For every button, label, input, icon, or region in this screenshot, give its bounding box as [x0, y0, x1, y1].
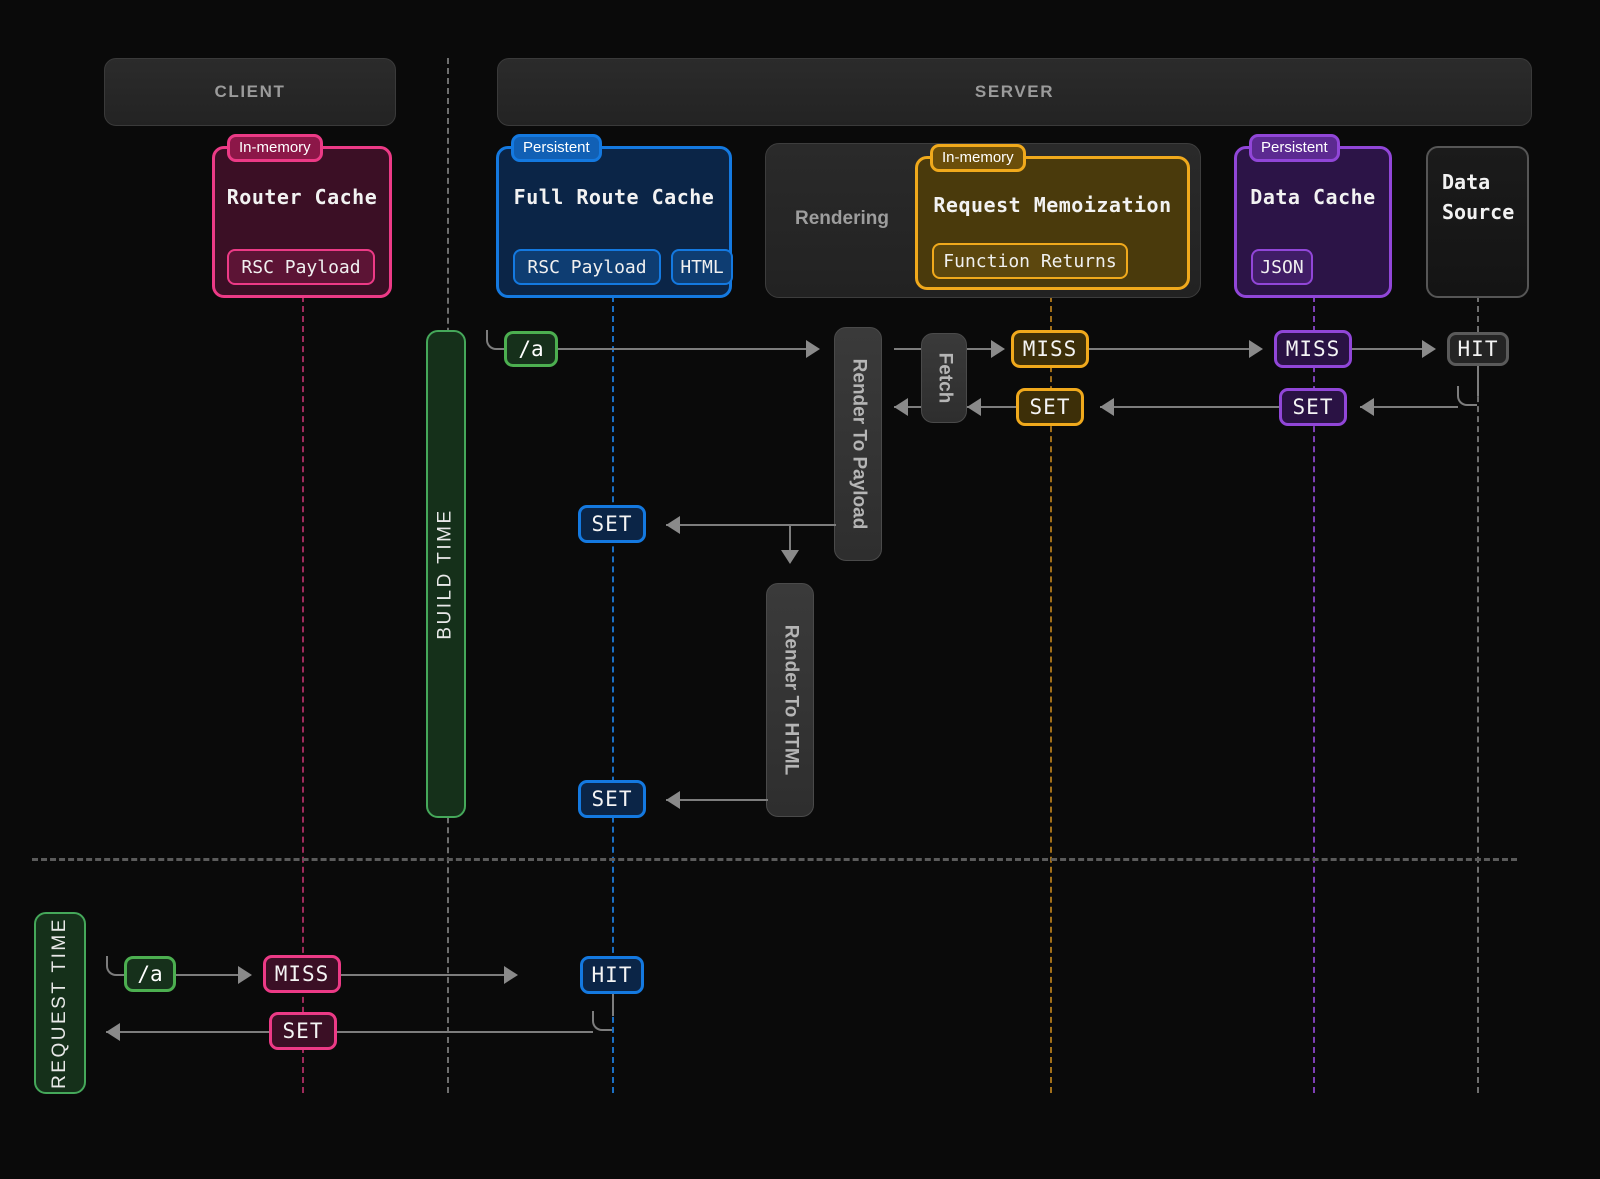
badge-full-route-cache-hit[interactable]: HIT — [580, 956, 644, 994]
arrow-payload-branch-down — [781, 550, 799, 564]
arrow-router-miss-to-frc-hit — [504, 966, 518, 984]
phase-bar-request-time: REQUEST TIME — [34, 912, 86, 1094]
connector-data-cache-miss-to-hit — [1352, 348, 1422, 350]
connector-render-payload-to-frc-set — [666, 524, 836, 526]
card-full-route-cache-chip-html: HTML — [671, 249, 733, 285]
arrow-hit-to-data-cache-set — [1360, 398, 1374, 416]
card-data-cache-chip-json: JSON — [1251, 249, 1313, 285]
process-fetch: Fetch — [921, 333, 967, 423]
badge-request-memo-set[interactable]: SET — [1016, 388, 1084, 426]
process-render-to-payload-label: Render To Payload — [847, 359, 869, 530]
card-router-cache-tag: In-memory — [227, 134, 323, 162]
connector-render-html-to-frc-set — [666, 799, 768, 801]
badge-request-memo-miss[interactable]: MISS — [1011, 330, 1089, 368]
process-render-to-html-label: Render To HTML — [779, 625, 801, 776]
badge-full-route-cache-set-payload[interactable]: SET — [578, 505, 646, 543]
badge-data-cache-miss[interactable]: MISS — [1274, 330, 1352, 368]
connector-route-request-to-router-miss — [176, 974, 238, 976]
process-render-to-payload: Render To Payload — [834, 327, 882, 561]
card-data-cache-tag: Persistent — [1249, 134, 1340, 162]
arrow-memo-miss-to-data-cache-miss — [1249, 340, 1263, 358]
card-data-source-title-line1: Data — [1442, 170, 1490, 194]
phase-bar-build-time-label: BUILD TIME — [435, 508, 457, 639]
phase-bar-request-time-label: REQUEST TIME — [49, 917, 71, 1089]
connector-fetch-to-memo-miss — [967, 348, 991, 350]
arrow-render-html-to-frc-set — [666, 791, 680, 809]
arrow-route-request-to-router-miss — [238, 966, 252, 984]
arrow-frc-hit-to-router-set — [106, 1023, 120, 1041]
connector-memo-miss-to-data-cache-miss — [1089, 348, 1249, 350]
connector-router-miss-to-frc-hit — [341, 974, 512, 976]
arrow-fetch-to-render-payload-return — [894, 398, 908, 416]
arrow-fetch-to-memo-miss — [991, 340, 1005, 358]
lane-header-server: SERVER — [497, 58, 1532, 126]
card-request-memoization-chip-function-returns: Function Returns — [932, 243, 1128, 279]
lane-header-server-label: SERVER — [975, 82, 1054, 102]
process-fetch-label: Fetch — [933, 353, 955, 404]
process-render-to-html: Render To HTML — [766, 583, 814, 817]
card-full-route-cache-title: Full Route Cache — [499, 185, 729, 209]
phase-bar-build-time: BUILD TIME — [426, 330, 466, 818]
badge-router-cache-set[interactable]: SET — [269, 1012, 337, 1050]
rendering-group-label: Rendering — [795, 208, 889, 230]
route-badge-build[interactable]: /a — [504, 331, 558, 367]
arrow-route-to-render-payload — [806, 340, 820, 358]
connector-render-payload-to-fetch — [894, 348, 921, 350]
data-source-lifeline — [1477, 296, 1479, 1093]
card-data-source[interactable]: Data Source — [1426, 146, 1529, 298]
card-router-cache[interactable]: In-memory Router Cache RSC Payload — [212, 146, 392, 298]
arrow-data-cache-miss-to-hit — [1422, 340, 1436, 358]
badge-router-cache-miss[interactable]: MISS — [263, 955, 341, 993]
arrow-data-cache-set-to-memo-set — [1100, 398, 1114, 416]
connector-payload-branch-down — [789, 524, 791, 552]
card-request-memoization-tag: In-memory — [930, 144, 1026, 172]
route-badge-request[interactable]: /a — [124, 956, 176, 992]
connector-hit-to-data-cache-set — [1360, 406, 1458, 408]
connector-frc-hit-elbow — [592, 1011, 612, 1031]
lane-header-client-label: CLIENT — [215, 82, 286, 102]
diagram-canvas: CLIENT SERVER Rendering In-memory Router… — [0, 0, 1600, 1179]
arrow-render-payload-to-frc-set — [666, 516, 680, 534]
connector-route-to-render-payload — [558, 348, 806, 350]
connector-hit-down — [1477, 366, 1479, 396]
connector-data-cache-set-to-memo-set — [1100, 406, 1279, 408]
card-data-source-title-line2: Source — [1442, 200, 1514, 224]
badge-data-cache-set[interactable]: SET — [1279, 388, 1347, 426]
phase-divider — [32, 858, 1517, 861]
card-full-route-cache-chip-rsc-payload: RSC Payload — [513, 249, 661, 285]
badge-data-source-hit[interactable]: HIT — [1447, 332, 1509, 366]
card-data-cache[interactable]: Persistent Data Cache JSON — [1234, 146, 1392, 298]
arrow-memo-set-to-fetch — [967, 398, 981, 416]
card-request-memoization[interactable]: In-memory Request Memoization Function R… — [915, 156, 1190, 290]
lane-header-client: CLIENT — [104, 58, 396, 126]
card-full-route-cache[interactable]: Persistent Full Route Cache RSC Payload … — [496, 146, 732, 298]
card-router-cache-chip-rsc-payload: RSC Payload — [227, 249, 375, 285]
card-full-route-cache-tag: Persistent — [511, 134, 602, 162]
connector-hit-elbow — [1457, 386, 1477, 406]
connector-frc-hit-down — [612, 994, 614, 1016]
card-data-cache-title: Data Cache — [1237, 185, 1389, 209]
card-request-memoization-title: Request Memoization — [918, 193, 1187, 217]
card-router-cache-title: Router Cache — [215, 185, 389, 209]
connector-frc-hit-to-router-set — [106, 1031, 593, 1033]
badge-full-route-cache-set-html[interactable]: SET — [578, 780, 646, 818]
